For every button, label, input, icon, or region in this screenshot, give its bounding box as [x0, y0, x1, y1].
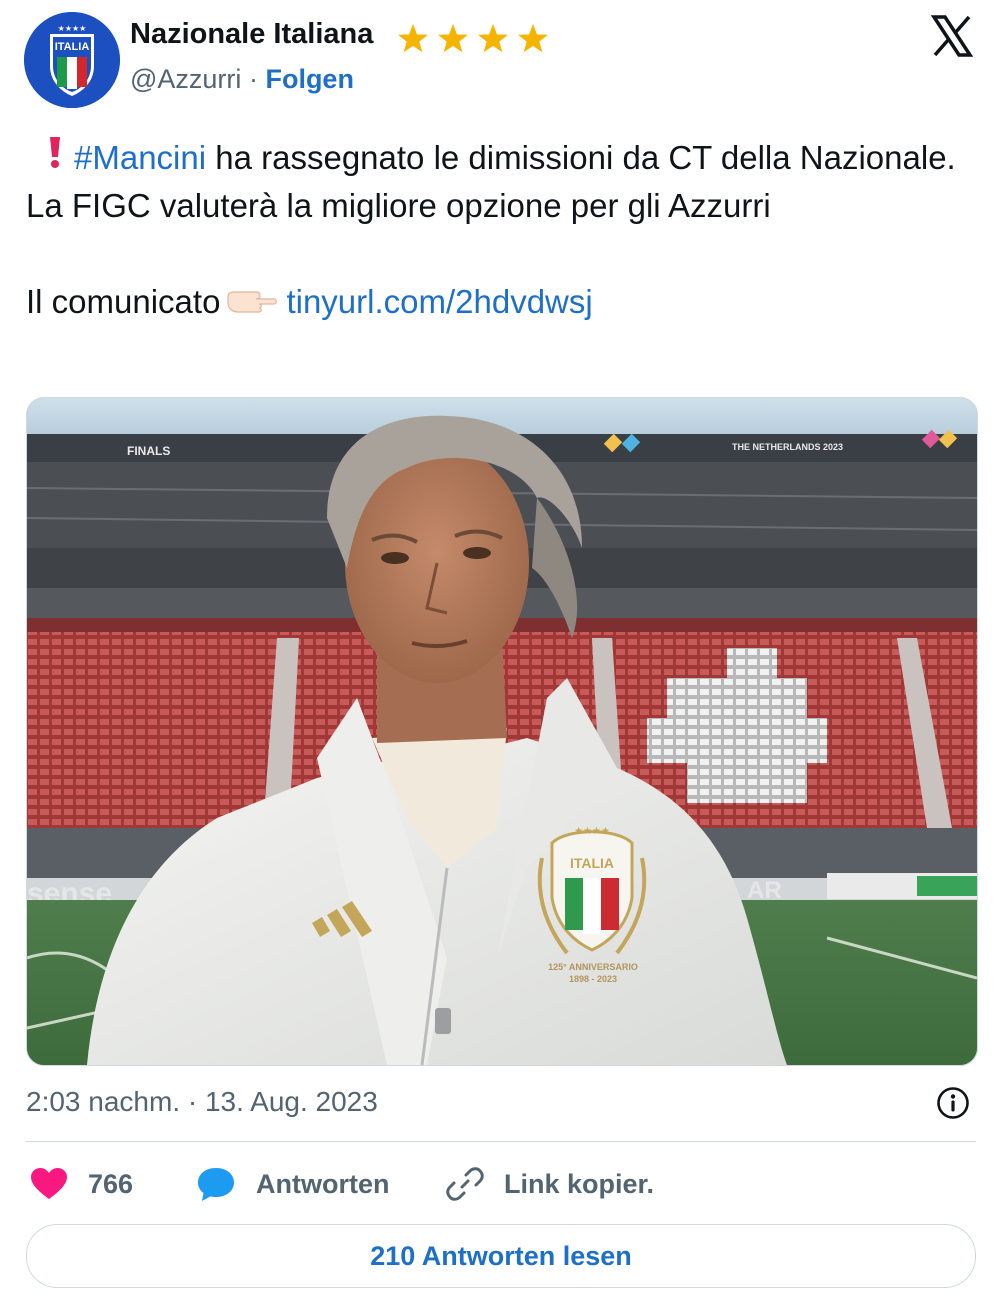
- author-name[interactable]: Nazionale Italiana: [130, 18, 373, 51]
- banner-left: FINALS: [127, 444, 170, 458]
- reply-button[interactable]: Antworten: [196, 1164, 389, 1204]
- separator: ·: [248, 64, 258, 94]
- reply-bubble-icon: [198, 1168, 234, 1201]
- svg-text:ITALIA: ITALIA: [570, 855, 614, 871]
- reply-label: Antworten: [256, 1168, 390, 1199]
- divider: [26, 1141, 976, 1142]
- copy-link-label: Link kopier.: [504, 1168, 655, 1199]
- svg-text:1898 - 2023: 1898 - 2023: [569, 974, 617, 984]
- ad-right: AR: [747, 877, 782, 904]
- four-gold-stars-icon: [398, 24, 548, 53]
- hashtag-link[interactable]: #Mancini: [74, 139, 206, 176]
- info-icon[interactable]: [936, 1086, 970, 1120]
- x-logo-icon[interactable]: [930, 14, 974, 58]
- pointing-hand-icon: [227, 291, 278, 313]
- mancini-photo: FINALS THE NETHERLANDS 2023 sense AR ITA…: [27, 398, 977, 1065]
- heart-icon: [31, 1168, 67, 1199]
- link-icon: [446, 1167, 484, 1201]
- avatar[interactable]: ITALIA ★★★★: [24, 12, 120, 108]
- copy-link-button[interactable]: Link kopier.: [446, 1164, 654, 1204]
- like-count: 766: [88, 1168, 134, 1199]
- banner-right: THE NETHERLANDS 2023: [732, 442, 843, 452]
- tweet-photo[interactable]: FINALS THE NETHERLANDS 2023 sense AR ITA…: [26, 397, 978, 1066]
- tweet-timestamp[interactable]: 2:03 nachm. · 13. Aug. 2023: [26, 1086, 378, 1118]
- follow-button[interactable]: Folgen: [265, 64, 354, 94]
- read-replies-button[interactable]: 210 Antworten lesen: [26, 1224, 976, 1288]
- handle-row: @Azzurri · Folgen: [130, 64, 354, 95]
- tweet-line2: Il comunicato: [26, 283, 221, 320]
- author-handle[interactable]: @Azzurri: [130, 64, 241, 94]
- tweet-text: #Mancini ha rassegnato le dimissioni da …: [26, 134, 976, 326]
- svg-text:125° ANNIVERSARIO: 125° ANNIVERSARIO: [548, 962, 638, 972]
- svg-text:★★★★: ★★★★: [574, 826, 610, 837]
- italia-crest-icon: ITALIA ★★★★: [24, 12, 120, 108]
- red-exclamation-icon: [50, 137, 60, 168]
- svg-text:★★★★: ★★★★: [58, 24, 87, 33]
- svg-text:ITALIA: ITALIA: [55, 41, 90, 53]
- tinyurl-link[interactable]: tinyurl.com/2hdvdwsj: [286, 283, 592, 320]
- like-button[interactable]: 766: [30, 1164, 133, 1204]
